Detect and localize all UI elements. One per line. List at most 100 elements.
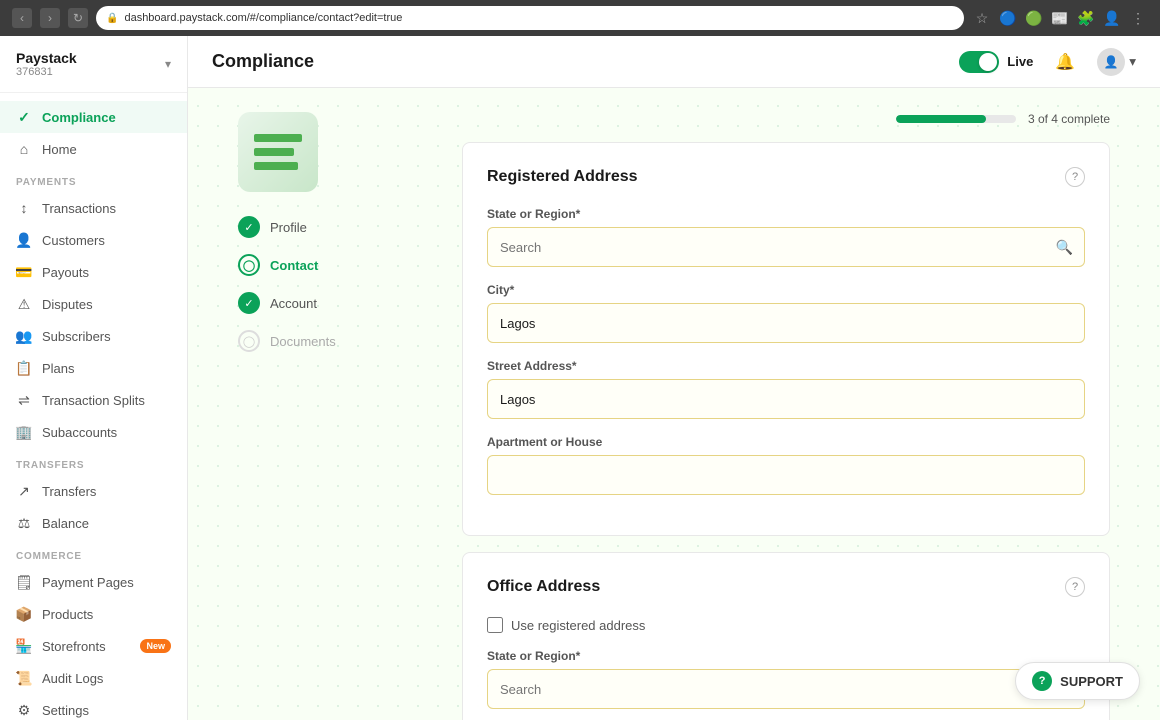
registered-address-info-icon[interactable]: ?	[1065, 167, 1085, 187]
sidebar-item-label: Products	[42, 607, 93, 622]
state-field-group: State or Region* 🔍	[487, 207, 1085, 267]
sidebar-item-label: Balance	[42, 516, 89, 531]
chevron-down-icon: ▾	[1129, 54, 1136, 70]
home-icon: ⌂	[16, 141, 32, 157]
balance-icon: ⚖	[16, 515, 32, 531]
step-label-profile: Profile	[270, 220, 307, 235]
sidebar-item-balance[interactable]: ⚖ Balance	[0, 507, 187, 539]
street-field-group: Street Address*	[487, 359, 1085, 419]
account-id: 376831	[16, 66, 77, 78]
star-button[interactable]: ☆	[972, 8, 992, 28]
sidebar-item-transaction-splits[interactable]: ⇌ Transaction Splits	[0, 384, 187, 416]
step-label-documents: Documents	[270, 334, 336, 349]
sidebar-item-label: Payouts	[42, 265, 89, 280]
apartment-field-group: Apartment or House	[487, 435, 1085, 495]
page-title: Compliance	[212, 51, 314, 72]
sidebar-item-payouts[interactable]: 💳 Payouts	[0, 256, 187, 288]
form-content: 3 of 4 complete Registered Address ? Sta…	[462, 112, 1110, 720]
wizard-step-account[interactable]: ✓ Account	[238, 292, 438, 314]
sidebar-item-transfers[interactable]: ↗ Transfers	[0, 475, 187, 507]
back-button[interactable]: ‹	[12, 8, 32, 28]
registered-address-title: Registered Address	[487, 168, 638, 186]
chevron-down-icon[interactable]: ▾	[165, 57, 171, 71]
menu-button[interactable]: ⋮	[1128, 8, 1148, 28]
avatar: 👤	[1097, 48, 1125, 76]
city-input[interactable]	[487, 303, 1085, 343]
use-registered-label[interactable]: Use registered address	[511, 618, 645, 633]
reload-button[interactable]: ↻	[68, 8, 88, 28]
payment-pages-icon: 🗒	[16, 574, 32, 590]
step-indicator-profile: ✓	[238, 216, 260, 238]
sidebar-item-plans[interactable]: 📋 Plans	[0, 352, 187, 384]
sidebar-item-label: Subscribers	[42, 329, 111, 344]
browser-bar: ‹ › ↻ 🔒 dashboard.paystack.com/#/complia…	[0, 0, 1160, 36]
sidebar-item-disputes[interactable]: ⚠ Disputes	[0, 288, 187, 320]
new-badge: New	[140, 639, 171, 653]
app: Paystack 376831 ▾ ✓ Compliance ⌂ Home PA…	[0, 36, 1160, 720]
sidebar-item-label: Compliance	[42, 110, 116, 125]
ext2-button[interactable]: 🟢	[1024, 8, 1044, 28]
state-input[interactable]	[487, 227, 1085, 267]
brand-name: Paystack	[16, 50, 77, 66]
step-indicator-account: ✓	[238, 292, 260, 314]
apartment-input[interactable]	[487, 455, 1085, 495]
sidebar-item-subaccounts[interactable]: 🏢 Subaccounts	[0, 416, 187, 448]
office-state-input[interactable]	[487, 669, 1085, 709]
main-header: Compliance Live 🔔 👤 ▾	[188, 36, 1160, 88]
street-label: Street Address*	[487, 359, 1085, 373]
sidebar-item-home[interactable]: ⌂ Home	[0, 133, 187, 165]
sidebar-item-products[interactable]: 📦 Products	[0, 598, 187, 630]
live-toggle[interactable]: Live	[959, 51, 1033, 73]
transfers-icon: ↗	[16, 483, 32, 499]
content-area: ✓ Profile ◯ Contact ✓ Account ◯ Document…	[214, 88, 1134, 720]
office-address-title: Office Address	[487, 578, 600, 596]
step-label-contact: Contact	[270, 258, 318, 273]
sidebar-item-subscribers[interactable]: 👥 Subscribers	[0, 320, 187, 352]
sidebar-item-label: Storefronts	[42, 639, 106, 654]
office-state-input-wrapper: 🔍	[487, 669, 1085, 709]
transfers-section-label: TRANSFERS	[0, 448, 187, 475]
subaccounts-icon: 🏢	[16, 424, 32, 440]
brand-info: Paystack 376831	[16, 50, 77, 78]
payouts-icon: 💳	[16, 264, 32, 280]
logo-line-3	[254, 162, 298, 170]
sidebar-item-transactions[interactable]: ↕ Transactions	[0, 192, 187, 224]
wizard-step-profile[interactable]: ✓ Profile	[238, 216, 438, 238]
wizard-step-documents[interactable]: ◯ Documents	[238, 330, 438, 352]
ext4-button[interactable]: 🧩	[1076, 8, 1096, 28]
state-label: State or Region*	[487, 207, 1085, 221]
sidebar-item-audit-logs[interactable]: 📜 Audit Logs	[0, 662, 187, 694]
sidebar: Paystack 376831 ▾ ✓ Compliance ⌂ Home PA…	[0, 36, 188, 720]
sidebar-item-compliance[interactable]: ✓ Compliance	[0, 101, 187, 133]
sidebar-item-payment-pages[interactable]: 🗒 Payment Pages	[0, 566, 187, 598]
sidebar-item-label: Disputes	[42, 297, 93, 312]
office-address-info-icon[interactable]: ?	[1065, 577, 1085, 597]
sidebar-item-label: Plans	[42, 361, 75, 376]
sidebar-item-customers[interactable]: 👤 Customers	[0, 224, 187, 256]
city-field-group: City*	[487, 283, 1085, 343]
profile-button[interactable]: 👤	[1102, 8, 1122, 28]
wizard-steps: ✓ Profile ◯ Contact ✓ Account ◯ Document…	[238, 216, 438, 352]
sidebar-item-storefronts[interactable]: 🏪 Storefronts New	[0, 630, 187, 662]
apartment-label: Apartment or House	[487, 435, 1085, 449]
logo-line-1	[254, 134, 302, 142]
office-address-header: Office Address ?	[487, 577, 1085, 597]
user-menu-button[interactable]: 👤 ▾	[1097, 48, 1136, 76]
progress-bar-container	[896, 115, 1016, 123]
search-icon: 🔍	[1056, 239, 1073, 256]
live-label: Live	[1007, 54, 1033, 69]
settings-icon: ⚙	[16, 702, 32, 718]
step-indicator-contact: ◯	[238, 254, 260, 276]
support-button[interactable]: ? SUPPORT	[1015, 662, 1140, 700]
forward-button[interactable]: ›	[40, 8, 60, 28]
payments-section-label: PAYMENTS	[0, 165, 187, 192]
ext3-button[interactable]: 📰	[1050, 8, 1070, 28]
url-text: dashboard.paystack.com/#/compliance/cont…	[124, 12, 402, 24]
use-registered-checkbox[interactable]	[487, 617, 503, 633]
sidebar-item-settings[interactable]: ⚙ Settings	[0, 694, 187, 720]
street-input[interactable]	[487, 379, 1085, 419]
notifications-button[interactable]: 🔔	[1049, 46, 1081, 78]
wizard-step-contact[interactable]: ◯ Contact	[238, 254, 438, 276]
toggle-switch[interactable]	[959, 51, 999, 73]
ext1-button[interactable]: 🔵	[998, 8, 1018, 28]
